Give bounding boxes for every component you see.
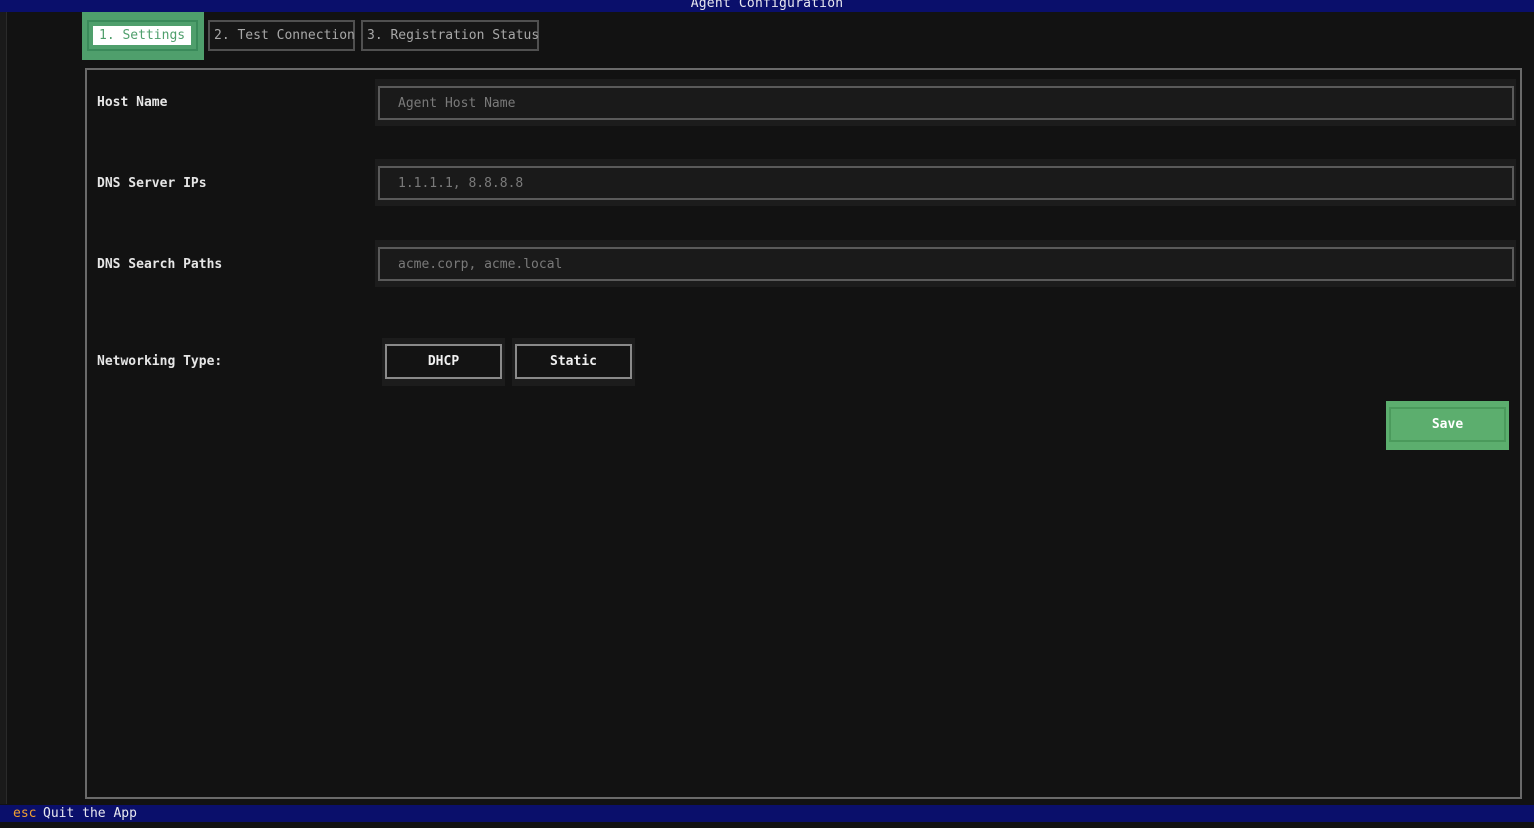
dns-search-paths-field-wrap bbox=[375, 240, 1516, 287]
quit-description: Quit the App bbox=[43, 806, 137, 821]
dhcp-button-wrap: DHCP bbox=[382, 338, 505, 386]
dns-search-paths-label: DNS Search Paths bbox=[97, 257, 223, 272]
tab-test-connection-label: 2. Test Connection bbox=[214, 28, 355, 43]
title-bar: Agent Configuration bbox=[0, 0, 1534, 12]
app-window: Agent Configuration 1. Settings 2. Test … bbox=[0, 0, 1534, 828]
save-button[interactable]: Save bbox=[1389, 407, 1506, 442]
host-name-field-wrap bbox=[375, 79, 1516, 126]
save-button-wrap: Save bbox=[1386, 401, 1509, 450]
window-title: Agent Configuration bbox=[690, 0, 844, 11]
dns-server-ips-input[interactable] bbox=[378, 166, 1514, 200]
host-name-label: Host Name bbox=[97, 95, 168, 110]
networking-type-label: Networking Type: bbox=[97, 354, 223, 369]
footer-bar: esc Quit the App bbox=[0, 805, 1534, 822]
tab-settings-label: 1. Settings bbox=[93, 26, 192, 45]
static-button[interactable]: Static bbox=[515, 344, 632, 379]
tab-settings-frame: 1. Settings bbox=[87, 20, 198, 51]
dhcp-button[interactable]: DHCP bbox=[385, 344, 502, 379]
dns-server-ips-label: DNS Server IPs bbox=[97, 176, 207, 191]
dns-search-paths-input[interactable] bbox=[378, 247, 1514, 281]
static-button-wrap: Static bbox=[512, 338, 635, 386]
tab-registration-status-label: 3. Registration Status bbox=[367, 28, 540, 43]
quit-key-hint[interactable]: esc bbox=[13, 805, 36, 822]
dns-server-ips-field-wrap bbox=[375, 159, 1516, 206]
tab-settings[interactable]: 1. Settings bbox=[82, 12, 204, 60]
tab-registration-status[interactable]: 3. Registration Status bbox=[361, 20, 539, 51]
settings-panel: Host Name DNS Server IPs DNS Search Path… bbox=[85, 68, 1522, 799]
left-gutter bbox=[0, 12, 7, 804]
bottom-strip bbox=[0, 822, 1534, 828]
host-name-input[interactable] bbox=[378, 86, 1514, 120]
tab-test-connection[interactable]: 2. Test Connection bbox=[208, 20, 355, 51]
